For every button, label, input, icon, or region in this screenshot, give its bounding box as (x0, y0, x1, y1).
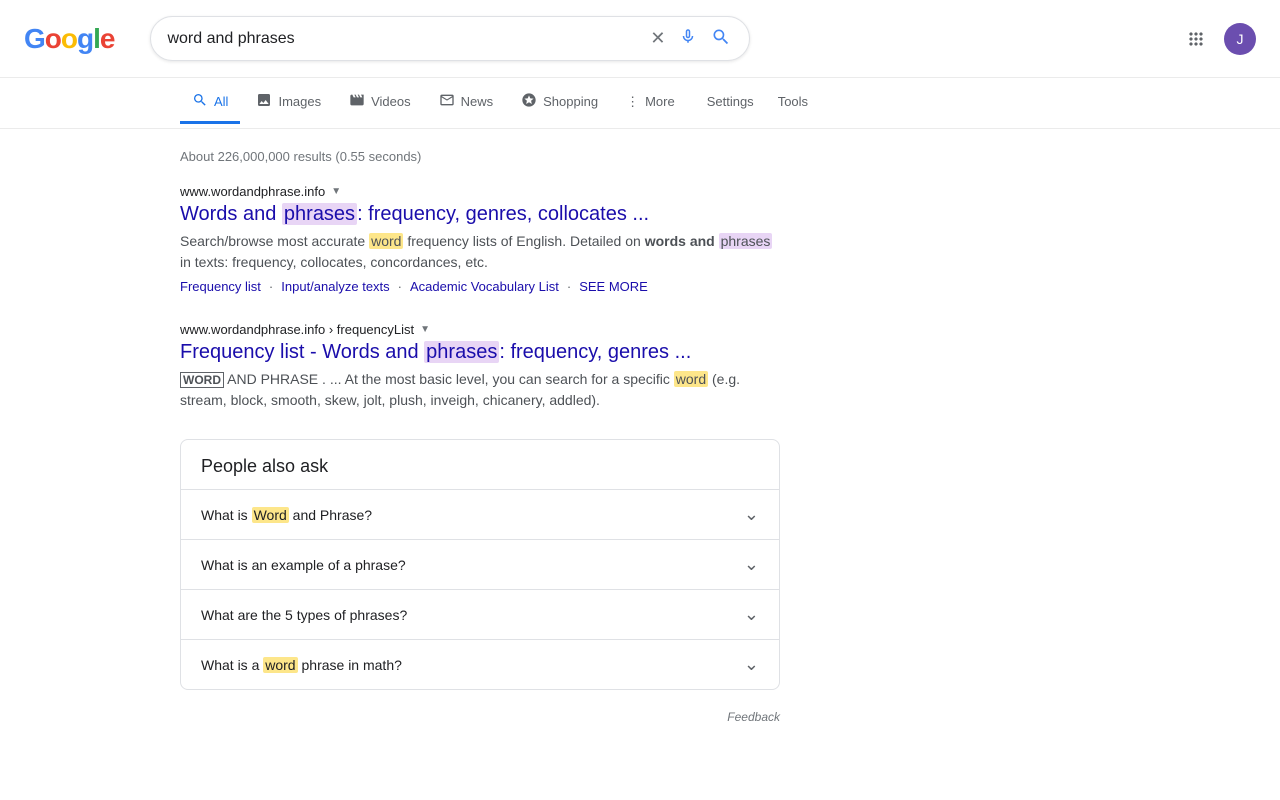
result-links-1: Frequency list · Input/analyze texts · A… (180, 279, 780, 294)
clear-icon: ✕ (650, 28, 665, 49)
snippet-highlight-word-1: word (369, 233, 403, 249)
tab-all[interactable]: All (180, 82, 240, 124)
paa-item-3[interactable]: What are the 5 types of phrases? ⌄ (181, 589, 779, 639)
search-bar[interactable]: ✕ (150, 16, 750, 61)
search-input[interactable] (167, 30, 638, 48)
search-tab-icon (192, 92, 208, 111)
avatar[interactable]: J (1224, 23, 1256, 55)
paa-question-3: What are the 5 types of phrases? (201, 607, 407, 623)
mic-icon (679, 27, 697, 50)
news-tab-icon (439, 92, 455, 111)
people-also-ask-box: People also ask What is Word and Phrase?… (180, 439, 780, 690)
tab-news-label: News (461, 94, 494, 109)
snippet-word-box: WORD (180, 372, 224, 388)
tab-more-label: More (645, 94, 675, 109)
voice-search-button[interactable] (677, 25, 699, 52)
tab-shopping-label: Shopping (543, 94, 598, 109)
settings-link[interactable]: Settings (707, 84, 766, 122)
header-right: J (1184, 23, 1256, 55)
paa-item-1[interactable]: What is Word and Phrase? ⌄ (181, 489, 779, 539)
title-highlight-2: phrases (424, 341, 499, 363)
chevron-down-icon-2: ⌄ (744, 554, 759, 575)
snippet-highlight-word-2: word (674, 371, 708, 387)
result-snippet-2: WORD AND PHRASE . ... At the most basic … (180, 369, 780, 411)
result-link-input[interactable]: Input/analyze texts (281, 279, 389, 294)
result-snippet-1: Search/browse most accurate word frequen… (180, 231, 780, 273)
result-url-1: www.wordandphrase.info ▼ (180, 184, 780, 199)
settings-label: Settings (707, 94, 754, 109)
snippet-highlight-phrases-1: phrases (719, 233, 773, 249)
url-arrow-1: ▼ (331, 186, 341, 197)
tab-news[interactable]: News (427, 82, 506, 124)
clear-button[interactable]: ✕ (648, 26, 667, 51)
google-logo[interactable]: Google (24, 23, 114, 55)
tab-images-label: Images (278, 94, 321, 109)
result-link-vocab[interactable]: Academic Vocabulary List (410, 279, 559, 294)
tab-all-label: All (214, 94, 228, 109)
tab-images[interactable]: Images (244, 82, 333, 124)
result-item: www.wordandphrase.info ▼ Words and phras… (180, 184, 780, 294)
images-tab-icon (256, 92, 272, 111)
url-text-1: www.wordandphrase.info (180, 184, 325, 199)
result-title-2[interactable]: Frequency list - Words and phrases: freq… (180, 339, 780, 365)
more-tab-icon: ⋮ (626, 94, 639, 110)
paa-question-2: What is an example of a phrase? (201, 557, 406, 573)
tab-videos[interactable]: Videos (337, 82, 423, 124)
nav-tabs: All Images Videos News Shopping ⋮ More S… (0, 78, 1280, 129)
chevron-down-icon-4: ⌄ (744, 654, 759, 675)
tools-link[interactable]: Tools (766, 84, 820, 122)
main-content: About 226,000,000 results (0.55 seconds)… (0, 129, 1280, 744)
search-bar-icons: ✕ (648, 25, 733, 52)
result-item-2: www.wordandphrase.info › frequencyList ▼… (180, 322, 780, 411)
result-link-seemore[interactable]: SEE MORE (579, 279, 648, 294)
apps-button[interactable] (1184, 27, 1208, 51)
title-highlight-1: phrases (282, 203, 357, 225)
paa-item-4[interactable]: What is a word phrase in math? ⌄ (181, 639, 779, 689)
result-link-frequency[interactable]: Frequency list (180, 279, 261, 294)
tab-shopping[interactable]: Shopping (509, 82, 610, 124)
tools-label: Tools (778, 94, 808, 109)
tab-more[interactable]: ⋮ More (614, 84, 687, 123)
chevron-down-icon-1: ⌄ (744, 504, 759, 525)
results-count: About 226,000,000 results (0.55 seconds) (180, 149, 1100, 164)
feedback-link[interactable]: Feedback (180, 710, 780, 724)
paa-question-4: What is a word phrase in math? (201, 657, 402, 673)
paa-title: People also ask (181, 440, 779, 489)
result-title-1[interactable]: Words and phrases: frequency, genres, co… (180, 201, 780, 227)
header: Google ✕ J (0, 0, 1280, 78)
paa-question-1: What is Word and Phrase? (201, 507, 372, 523)
shopping-tab-icon (521, 92, 537, 111)
tab-videos-label: Videos (371, 94, 411, 109)
url-text-2: www.wordandphrase.info › frequencyList (180, 322, 414, 337)
chevron-down-icon-3: ⌄ (744, 604, 759, 625)
paa-item-2[interactable]: What is an example of a phrase? ⌄ (181, 539, 779, 589)
result-url-2: www.wordandphrase.info › frequencyList ▼ (180, 322, 780, 337)
videos-tab-icon (349, 92, 365, 111)
logo-text: Google (24, 23, 114, 55)
search-button[interactable] (709, 25, 733, 52)
search-icon (711, 27, 731, 50)
url-arrow-2: ▼ (420, 324, 430, 335)
